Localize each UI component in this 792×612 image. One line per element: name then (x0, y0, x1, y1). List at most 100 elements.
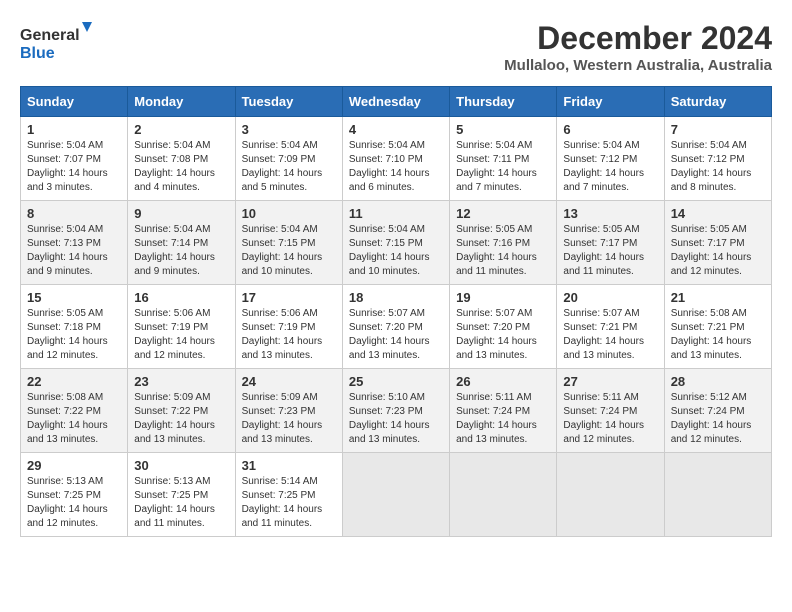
day-daylight: Daylight: 14 hours and 13 minutes. (27, 420, 108, 445)
day-sunrise: Sunrise: 5:04 AM (27, 224, 103, 235)
day-daylight: Daylight: 14 hours and 11 minutes. (134, 504, 215, 529)
day-daylight: Daylight: 14 hours and 12 minutes. (671, 420, 752, 445)
day-sunrise: Sunrise: 5:05 AM (563, 224, 639, 235)
day-number: 10 (242, 206, 336, 221)
day-sunrise: Sunrise: 5:07 AM (456, 308, 532, 319)
day-sunset: Sunset: 7:24 PM (563, 406, 637, 417)
calendar-day-cell: 3 Sunrise: 5:04 AM Sunset: 7:09 PM Dayli… (235, 117, 342, 201)
day-daylight: Daylight: 14 hours and 8 minutes. (671, 168, 752, 193)
day-sunset: Sunset: 7:24 PM (671, 406, 745, 417)
day-daylight: Daylight: 14 hours and 12 minutes. (27, 336, 108, 361)
day-daylight: Daylight: 14 hours and 11 minutes. (456, 252, 537, 277)
calendar-day-cell: 1 Sunrise: 5:04 AM Sunset: 7:07 PM Dayli… (21, 117, 128, 201)
day-daylight: Daylight: 14 hours and 5 minutes. (242, 168, 323, 193)
calendar-day-cell: 2 Sunrise: 5:04 AM Sunset: 7:08 PM Dayli… (128, 117, 235, 201)
day-number: 18 (349, 290, 443, 305)
day-sunset: Sunset: 7:25 PM (134, 490, 208, 501)
day-sunset: Sunset: 7:17 PM (671, 238, 745, 249)
day-of-week-header: Saturday (664, 87, 771, 117)
calendar-day-cell: 9 Sunrise: 5:04 AM Sunset: 7:14 PM Dayli… (128, 201, 235, 285)
day-sunrise: Sunrise: 5:12 AM (671, 392, 747, 403)
day-daylight: Daylight: 14 hours and 12 minutes. (671, 252, 752, 277)
day-number: 12 (456, 206, 550, 221)
calendar-day-cell: 6 Sunrise: 5:04 AM Sunset: 7:12 PM Dayli… (557, 117, 664, 201)
day-daylight: Daylight: 14 hours and 11 minutes. (242, 504, 323, 529)
day-sunset: Sunset: 7:25 PM (27, 490, 101, 501)
calendar-week-row: 22 Sunrise: 5:08 AM Sunset: 7:22 PM Dayl… (21, 369, 772, 453)
page-header: General Blue December 2024 Mullaloo, Wes… (20, 20, 772, 74)
day-sunrise: Sunrise: 5:04 AM (242, 140, 318, 151)
day-sunset: Sunset: 7:22 PM (134, 406, 208, 417)
calendar-day-cell: 26 Sunrise: 5:11 AM Sunset: 7:24 PM Dayl… (450, 369, 557, 453)
day-sunrise: Sunrise: 5:09 AM (242, 392, 318, 403)
day-daylight: Daylight: 14 hours and 13 minutes. (349, 336, 430, 361)
day-daylight: Daylight: 14 hours and 7 minutes. (456, 168, 537, 193)
day-number: 9 (134, 206, 228, 221)
calendar-day-cell: 14 Sunrise: 5:05 AM Sunset: 7:17 PM Dayl… (664, 201, 771, 285)
day-daylight: Daylight: 14 hours and 10 minutes. (349, 252, 430, 277)
calendar-header-row: SundayMondayTuesdayWednesdayThursdayFrid… (21, 87, 772, 117)
calendar-day-cell: 8 Sunrise: 5:04 AM Sunset: 7:13 PM Dayli… (21, 201, 128, 285)
month-title: December 2024 (504, 20, 772, 57)
day-sunrise: Sunrise: 5:11 AM (456, 392, 531, 403)
day-number: 31 (242, 458, 336, 473)
day-sunset: Sunset: 7:12 PM (671, 154, 745, 165)
day-sunset: Sunset: 7:23 PM (349, 406, 423, 417)
day-of-week-header: Monday (128, 87, 235, 117)
day-daylight: Daylight: 14 hours and 11 minutes. (563, 252, 644, 277)
day-sunset: Sunset: 7:15 PM (242, 238, 316, 249)
day-daylight: Daylight: 14 hours and 12 minutes. (563, 420, 644, 445)
day-number: 30 (134, 458, 228, 473)
calendar-day-cell (450, 453, 557, 537)
day-sunrise: Sunrise: 5:13 AM (134, 476, 210, 487)
calendar-day-cell: 15 Sunrise: 5:05 AM Sunset: 7:18 PM Dayl… (21, 285, 128, 369)
day-sunrise: Sunrise: 5:07 AM (563, 308, 639, 319)
day-sunrise: Sunrise: 5:09 AM (134, 392, 210, 403)
day-sunset: Sunset: 7:11 PM (456, 154, 529, 165)
calendar-day-cell: 19 Sunrise: 5:07 AM Sunset: 7:20 PM Dayl… (450, 285, 557, 369)
day-sunset: Sunset: 7:21 PM (563, 322, 637, 333)
calendar-day-cell: 31 Sunrise: 5:14 AM Sunset: 7:25 PM Dayl… (235, 453, 342, 537)
day-sunrise: Sunrise: 5:06 AM (134, 308, 210, 319)
day-sunrise: Sunrise: 5:06 AM (242, 308, 318, 319)
day-number: 11 (349, 206, 443, 221)
day-number: 19 (456, 290, 550, 305)
calendar-day-cell: 18 Sunrise: 5:07 AM Sunset: 7:20 PM Dayl… (342, 285, 449, 369)
day-daylight: Daylight: 14 hours and 10 minutes. (242, 252, 323, 277)
day-sunset: Sunset: 7:16 PM (456, 238, 530, 249)
location-title: Mullaloo, Western Australia, Australia (504, 57, 772, 74)
day-of-week-header: Thursday (450, 87, 557, 117)
calendar-day-cell: 7 Sunrise: 5:04 AM Sunset: 7:12 PM Dayli… (664, 117, 771, 201)
day-daylight: Daylight: 14 hours and 6 minutes. (349, 168, 430, 193)
day-sunrise: Sunrise: 5:04 AM (563, 140, 639, 151)
day-number: 27 (563, 374, 657, 389)
calendar-day-cell (664, 453, 771, 537)
day-sunset: Sunset: 7:15 PM (349, 238, 423, 249)
day-number: 29 (27, 458, 121, 473)
day-sunrise: Sunrise: 5:08 AM (27, 392, 103, 403)
calendar-day-cell: 20 Sunrise: 5:07 AM Sunset: 7:21 PM Dayl… (557, 285, 664, 369)
day-sunrise: Sunrise: 5:11 AM (563, 392, 638, 403)
day-number: 25 (349, 374, 443, 389)
day-daylight: Daylight: 14 hours and 12 minutes. (134, 336, 215, 361)
day-daylight: Daylight: 14 hours and 13 minutes. (456, 336, 537, 361)
calendar-day-cell: 21 Sunrise: 5:08 AM Sunset: 7:21 PM Dayl… (664, 285, 771, 369)
calendar-table: SundayMondayTuesdayWednesdayThursdayFrid… (20, 86, 772, 537)
day-daylight: Daylight: 14 hours and 13 minutes. (242, 420, 323, 445)
day-sunset: Sunset: 7:23 PM (242, 406, 316, 417)
day-number: 1 (27, 122, 121, 137)
calendar-day-cell: 12 Sunrise: 5:05 AM Sunset: 7:16 PM Dayl… (450, 201, 557, 285)
day-number: 6 (563, 122, 657, 137)
day-daylight: Daylight: 14 hours and 13 minutes. (242, 336, 323, 361)
day-number: 26 (456, 374, 550, 389)
calendar-week-row: 29 Sunrise: 5:13 AM Sunset: 7:25 PM Dayl… (21, 453, 772, 537)
day-number: 7 (671, 122, 765, 137)
day-daylight: Daylight: 14 hours and 9 minutes. (134, 252, 215, 277)
day-daylight: Daylight: 14 hours and 12 minutes. (27, 504, 108, 529)
day-sunset: Sunset: 7:24 PM (456, 406, 530, 417)
day-sunrise: Sunrise: 5:04 AM (349, 140, 425, 151)
day-sunset: Sunset: 7:18 PM (27, 322, 101, 333)
day-sunset: Sunset: 7:19 PM (242, 322, 316, 333)
day-sunrise: Sunrise: 5:10 AM (349, 392, 425, 403)
calendar-day-cell: 5 Sunrise: 5:04 AM Sunset: 7:11 PM Dayli… (450, 117, 557, 201)
